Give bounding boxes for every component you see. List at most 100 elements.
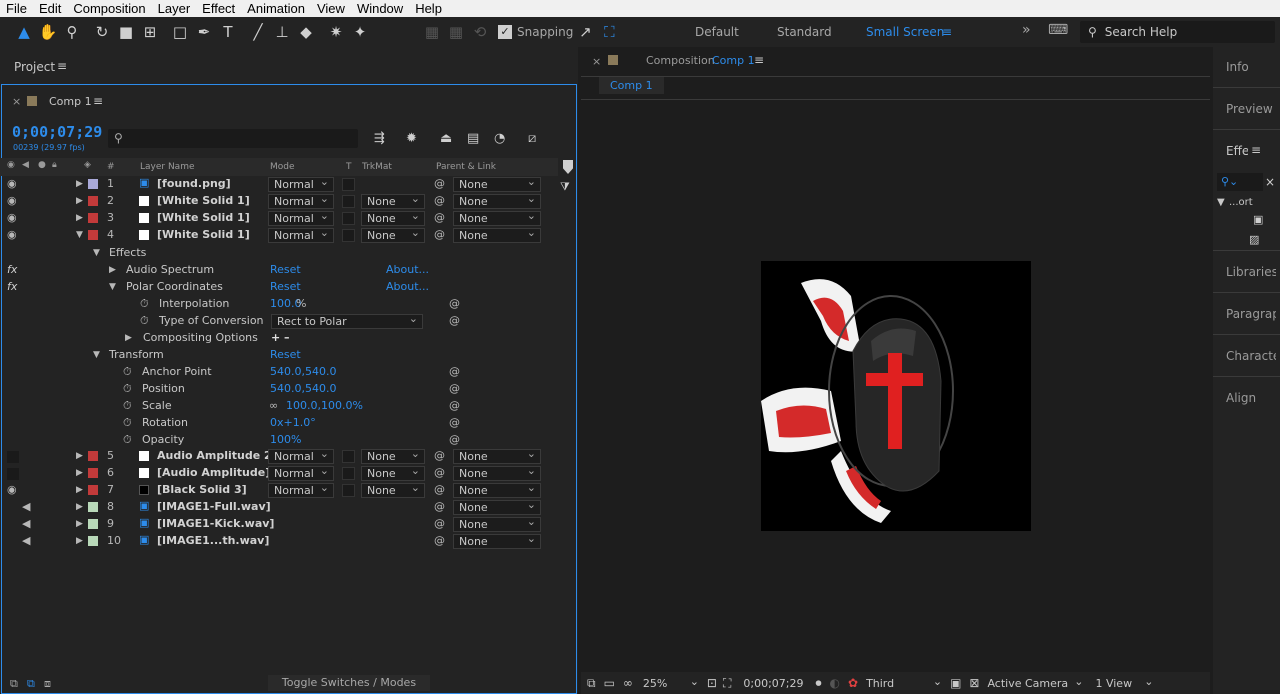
snapshot-camera-icon[interactable]: ⏺	[816, 676, 822, 691]
expand-arrow-icon[interactable]: ▶	[109, 265, 116, 275]
collapse-arrow-icon[interactable]: ▼	[109, 282, 116, 292]
composition-title-name[interactable]: Comp 1	[712, 54, 755, 67]
label-color-swatch[interactable]	[88, 536, 98, 546]
workspace-small-screen[interactable]: Small Screen	[866, 25, 944, 39]
t-column-header[interactable]: T	[346, 162, 352, 172]
align-right-icon[interactable]: ⟲	[468, 21, 492, 43]
expand-arrow-icon[interactable]: ▶	[76, 502, 83, 512]
visibility-toggle[interactable]	[7, 451, 19, 463]
property-value[interactable]: 540.0,540.0	[270, 382, 336, 395]
conversion-type-dropdown[interactable]: Rect to Polar	[271, 312, 423, 329]
pick-whip-icon[interactable]: @	[434, 228, 445, 241]
composition-menu-icon[interactable]: ≡	[754, 53, 764, 67]
toggle-switches-modes-button[interactable]: Toggle Switches / Modes	[268, 675, 430, 691]
parent-dropdown[interactable]: None	[453, 192, 541, 209]
expression-pick-whip-icon[interactable]: @	[449, 433, 460, 446]
draft-3d-icon[interactable]: ✹	[406, 131, 417, 146]
comp-viewer-tab[interactable]: Comp 1	[599, 77, 664, 94]
track-matte-dropdown[interactable]: None	[361, 192, 425, 209]
snapping-checkbox[interactable]: ✓	[498, 25, 512, 39]
resolution-dropdown[interactable]: Third ⌄	[866, 675, 942, 690]
motion-blur-icon[interactable]: ◔	[494, 131, 505, 146]
blend-mode-dropdown[interactable]: Normal	[268, 175, 334, 192]
parent-dropdown[interactable]: None	[453, 498, 541, 515]
current-timecode[interactable]: 0;00;07;29	[12, 123, 102, 141]
new-preset-icon[interactable]: ▨	[1249, 233, 1259, 246]
layer-name[interactable]: [Audio Amplitude]	[157, 466, 270, 479]
workspace-menu-icon[interactable]: ≡	[942, 25, 952, 39]
blend-mode-dropdown[interactable]: Normal	[268, 226, 334, 243]
search-help-field[interactable]: ⚲ Search Help	[1080, 21, 1275, 43]
label-color-swatch[interactable]	[88, 230, 98, 240]
track-matte-dropdown[interactable]: None	[361, 481, 425, 498]
blend-mode-dropdown[interactable]: Normal	[268, 447, 334, 464]
expression-pick-whip-icon[interactable]: @	[449, 382, 460, 395]
comp-button-icon[interactable]: ⧉	[10, 677, 18, 691]
pick-whip-icon[interactable]: @	[434, 500, 445, 513]
property-value[interactable]: 100.0,100.0%	[286, 399, 363, 412]
pan-behind-tool-icon[interactable]: ⊞	[138, 21, 162, 43]
property-row[interactable]: ⏱ Type of Conversion Rect to Polar @	[3, 312, 558, 330]
graph-editor-icon[interactable]: ⧄	[528, 131, 536, 146]
preserve-transparency-checkbox[interactable]	[342, 484, 355, 497]
transparency-grid-icon[interactable]: ⛶	[723, 676, 731, 691]
effects-presets-panel-tab[interactable]: Effe	[1226, 144, 1248, 158]
timeline-menu-icon[interactable]: ≡	[93, 94, 103, 108]
label-color-swatch[interactable]	[88, 468, 98, 478]
property-row[interactable]: ⏱ Anchor Point 540.0,540.0 @	[3, 364, 558, 381]
hand-tool-icon[interactable]: ✋	[36, 21, 60, 43]
parent-dropdown[interactable]: None	[453, 515, 541, 532]
parent-dropdown[interactable]: None	[453, 481, 541, 498]
expand-arrow-icon[interactable]: ▶	[76, 519, 83, 529]
pick-whip-icon[interactable]: @	[434, 466, 445, 479]
monitor-icon[interactable]: ▭	[604, 676, 615, 690]
stopwatch-icon[interactable]: ⏱	[123, 365, 132, 379]
layer-name[interactable]: [White Solid 1]	[157, 228, 250, 241]
clone-stamp-tool-icon[interactable]: ⊥	[270, 21, 294, 43]
label-color-swatch[interactable]	[88, 519, 98, 529]
pick-whip-icon[interactable]: @	[434, 211, 445, 224]
preserve-transparency-checkbox[interactable]	[342, 467, 355, 480]
expand-arrow-icon[interactable]: ▶	[76, 485, 83, 495]
property-row[interactable]: ⏱ Rotation 0x+1.0° @	[3, 415, 558, 432]
color-channels-icon[interactable]: ✿	[848, 676, 858, 690]
current-time-indicator-icon[interactable]: ⧩	[560, 180, 570, 194]
always-preview-icon[interactable]: ⧉	[587, 676, 596, 691]
blend-mode-dropdown[interactable]: Normal	[268, 464, 334, 481]
render-time-icon[interactable]: ⧉	[27, 677, 35, 691]
close-icon[interactable]: ×	[592, 55, 601, 68]
track-matte-dropdown[interactable]: None	[361, 464, 425, 481]
roto-brush-tool-icon[interactable]: ✷	[324, 21, 348, 43]
pick-whip-icon[interactable]: @	[434, 517, 445, 530]
libraries-panel-tab[interactable]: Libraries	[1226, 265, 1276, 279]
fx-icon[interactable]: fx	[7, 263, 17, 276]
frame-blending-icon[interactable]: ▤	[467, 131, 479, 146]
tree-collapse-icon[interactable]: ▼	[1217, 197, 1225, 208]
align-center-icon[interactable]: ▦	[444, 21, 468, 43]
expand-arrow-icon[interactable]: ▶	[76, 468, 83, 478]
pick-whip-icon[interactable]: @	[434, 194, 445, 207]
menu-composition[interactable]: Composition	[67, 1, 151, 16]
workspace-standard[interactable]: Standard	[777, 25, 832, 39]
layer-row[interactable]: ▶ 6 [Audio Amplitude] Normal None @ None	[3, 464, 558, 482]
align-left-icon[interactable]: ▦	[420, 21, 444, 43]
layer-row[interactable]: ◀ ▶ 8 ▣ [IMAGE1-Full.wav] @ None	[3, 498, 558, 516]
visibility-eye-icon[interactable]: ◉	[7, 211, 17, 224]
expand-arrow-icon[interactable]: ▶	[76, 213, 83, 223]
expression-pick-whip-icon[interactable]: @	[449, 365, 460, 378]
composition-flowchart-icon[interactable]: ⇶	[374, 131, 385, 146]
audio-speaker-icon[interactable]: ◀	[22, 534, 30, 547]
audio-speaker-icon[interactable]: ◀	[22, 500, 30, 513]
stopwatch-icon[interactable]: ⏱	[123, 382, 132, 396]
visibility-eye-icon[interactable]: ◉	[7, 177, 17, 190]
layer-row[interactable]: ◀ ▶ 9 ▣ [IMAGE1-Kick.wav] @ None	[3, 515, 558, 533]
workspace-default[interactable]: Default	[695, 25, 739, 39]
preserve-transparency-checkbox[interactable]	[342, 195, 355, 208]
label-column-icon[interactable]: ◈	[84, 160, 91, 170]
brush-tool-icon[interactable]: ╱	[246, 21, 270, 43]
transform-group-row[interactable]: ▼ Transform Reset	[3, 347, 558, 364]
camera-tool-icon[interactable]: ■	[114, 21, 138, 43]
effect-row[interactable]: fx ▼ Polar Coordinates Reset About...	[3, 279, 558, 296]
info-panel-tab[interactable]: Info	[1226, 60, 1276, 74]
stopwatch-icon[interactable]: ⏱	[123, 399, 132, 413]
